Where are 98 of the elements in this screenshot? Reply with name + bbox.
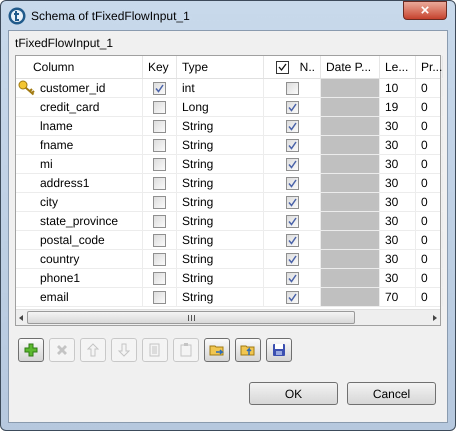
type-cell-text: String	[182, 194, 214, 211]
column-name: country	[40, 251, 80, 268]
checkbox[interactable]	[153, 234, 166, 246]
checkbox[interactable]	[286, 214, 298, 228]
length-cell-text: 30	[385, 175, 398, 192]
precision-cell-text: 0	[421, 270, 428, 287]
precision-cell-text: 0	[421, 213, 428, 230]
column-name: customer_id	[40, 80, 106, 97]
checkbox[interactable]	[153, 272, 166, 284]
column-header[interactable]: Key	[148, 58, 169, 76]
save-icon	[271, 342, 287, 358]
cancel-button[interactable]: Cancel	[347, 382, 436, 405]
checkbox[interactable]	[286, 176, 298, 190]
precision-cell-text: 0	[421, 99, 428, 116]
column-name: postal_code	[40, 232, 105, 249]
checkbox[interactable]	[153, 138, 166, 152]
type-cell-text: String	[182, 156, 214, 173]
column-header[interactable]: Column	[33, 58, 74, 76]
type-cell-text: int	[182, 80, 195, 97]
type-cell-text: String	[182, 175, 214, 192]
horizontal-scrollbar[interactable]	[16, 309, 440, 325]
column-name: address1	[40, 175, 90, 192]
scroll-right-icon[interactable]	[433, 314, 437, 320]
length-cell-text: 30	[385, 194, 398, 211]
type-cell-text: String	[182, 232, 214, 249]
column-header[interactable]: Le...	[385, 58, 408, 76]
checkbox[interactable]	[286, 234, 298, 246]
checkbox[interactable]	[153, 100, 166, 114]
column-header[interactable]: N..	[300, 58, 315, 76]
checkbox[interactable]	[286, 158, 298, 170]
scroll-left-icon[interactable]	[19, 314, 23, 320]
toolbar-button[interactable]	[235, 338, 261, 362]
column-name: lname	[40, 118, 73, 135]
type-cell-text: String	[182, 270, 214, 287]
precision-cell-text: 0	[421, 194, 428, 211]
checkbox[interactable]	[286, 290, 298, 304]
precision-cell-text: 0	[421, 156, 428, 173]
checkbox[interactable]	[153, 214, 166, 228]
type-cell-text: String	[182, 137, 214, 154]
column-name: city	[40, 194, 58, 211]
column-name: fname	[40, 137, 74, 154]
checkbox[interactable]	[286, 252, 298, 266]
type-cell-text: String	[182, 118, 214, 135]
precision-cell-text: 0	[421, 175, 428, 192]
checkbox[interactable]	[153, 290, 166, 304]
type-cell-text: String	[182, 251, 214, 268]
toolbar-button[interactable]	[266, 338, 292, 362]
app-logo-icon	[8, 6, 26, 24]
column-name: phone1	[40, 270, 80, 287]
precision-cell-text: 0	[421, 137, 428, 154]
column-header[interactable]: Pr...	[421, 58, 442, 76]
length-cell-text: 30	[385, 213, 398, 230]
up-arrow-icon	[85, 342, 101, 358]
length-cell-text: 70	[385, 289, 398, 306]
toolbar-button[interactable]	[204, 338, 230, 362]
column-name: state_province	[40, 213, 118, 230]
column-header[interactable]: Date P...	[326, 58, 372, 76]
scrollbar-thumb[interactable]	[27, 311, 355, 324]
toolbar-button[interactable]	[18, 338, 44, 362]
checkbox[interactable]	[286, 272, 298, 284]
checkbox[interactable]	[286, 100, 298, 114]
length-cell-text: 30	[385, 118, 398, 135]
precision-cell-text: 0	[421, 118, 428, 135]
ok-button[interactable]: OK	[249, 382, 338, 405]
column-name: email	[40, 289, 69, 306]
checkbox[interactable]	[286, 120, 298, 132]
checkbox[interactable]	[153, 158, 166, 170]
checkbox[interactable]	[153, 120, 166, 132]
length-cell-text: 30	[385, 137, 398, 154]
precision-cell-text: 0	[421, 80, 428, 97]
length-cell-text: 30	[385, 232, 398, 249]
length-cell-text: 10	[385, 80, 398, 97]
window-title: Schema of tFixedFlowInput_1	[31, 8, 190, 24]
checkbox[interactable]	[153, 176, 166, 190]
column-header[interactable]: Type	[182, 58, 208, 76]
checkbox[interactable]	[153, 252, 166, 266]
precision-cell-text: 0	[421, 289, 428, 306]
plus-icon	[23, 342, 39, 358]
checkbox[interactable]	[286, 82, 298, 94]
type-cell-text: Long	[182, 99, 209, 116]
checkbox[interactable]	[286, 196, 298, 208]
type-cell-text: String	[182, 289, 214, 306]
column-name: mi	[40, 156, 53, 173]
precision-cell-text: 0	[421, 232, 428, 249]
length-cell-text: 30	[385, 156, 398, 173]
select-all-checkbox[interactable]	[276, 60, 289, 74]
down-arrow-icon	[116, 342, 132, 358]
type-cell-text: String	[182, 213, 214, 230]
precision-cell-text: 0	[421, 251, 428, 268]
length-cell-text: 19	[385, 99, 398, 116]
checkbox[interactable]	[286, 138, 298, 152]
group-label: tFixedFlowInput_1	[15, 35, 114, 52]
length-cell-text: 30	[385, 270, 398, 287]
clipboard-icon	[178, 342, 194, 358]
checkbox[interactable]	[153, 196, 166, 208]
column-name: credit_card	[40, 99, 100, 116]
checkbox[interactable]	[153, 82, 166, 94]
length-cell-text: 30	[385, 251, 398, 268]
